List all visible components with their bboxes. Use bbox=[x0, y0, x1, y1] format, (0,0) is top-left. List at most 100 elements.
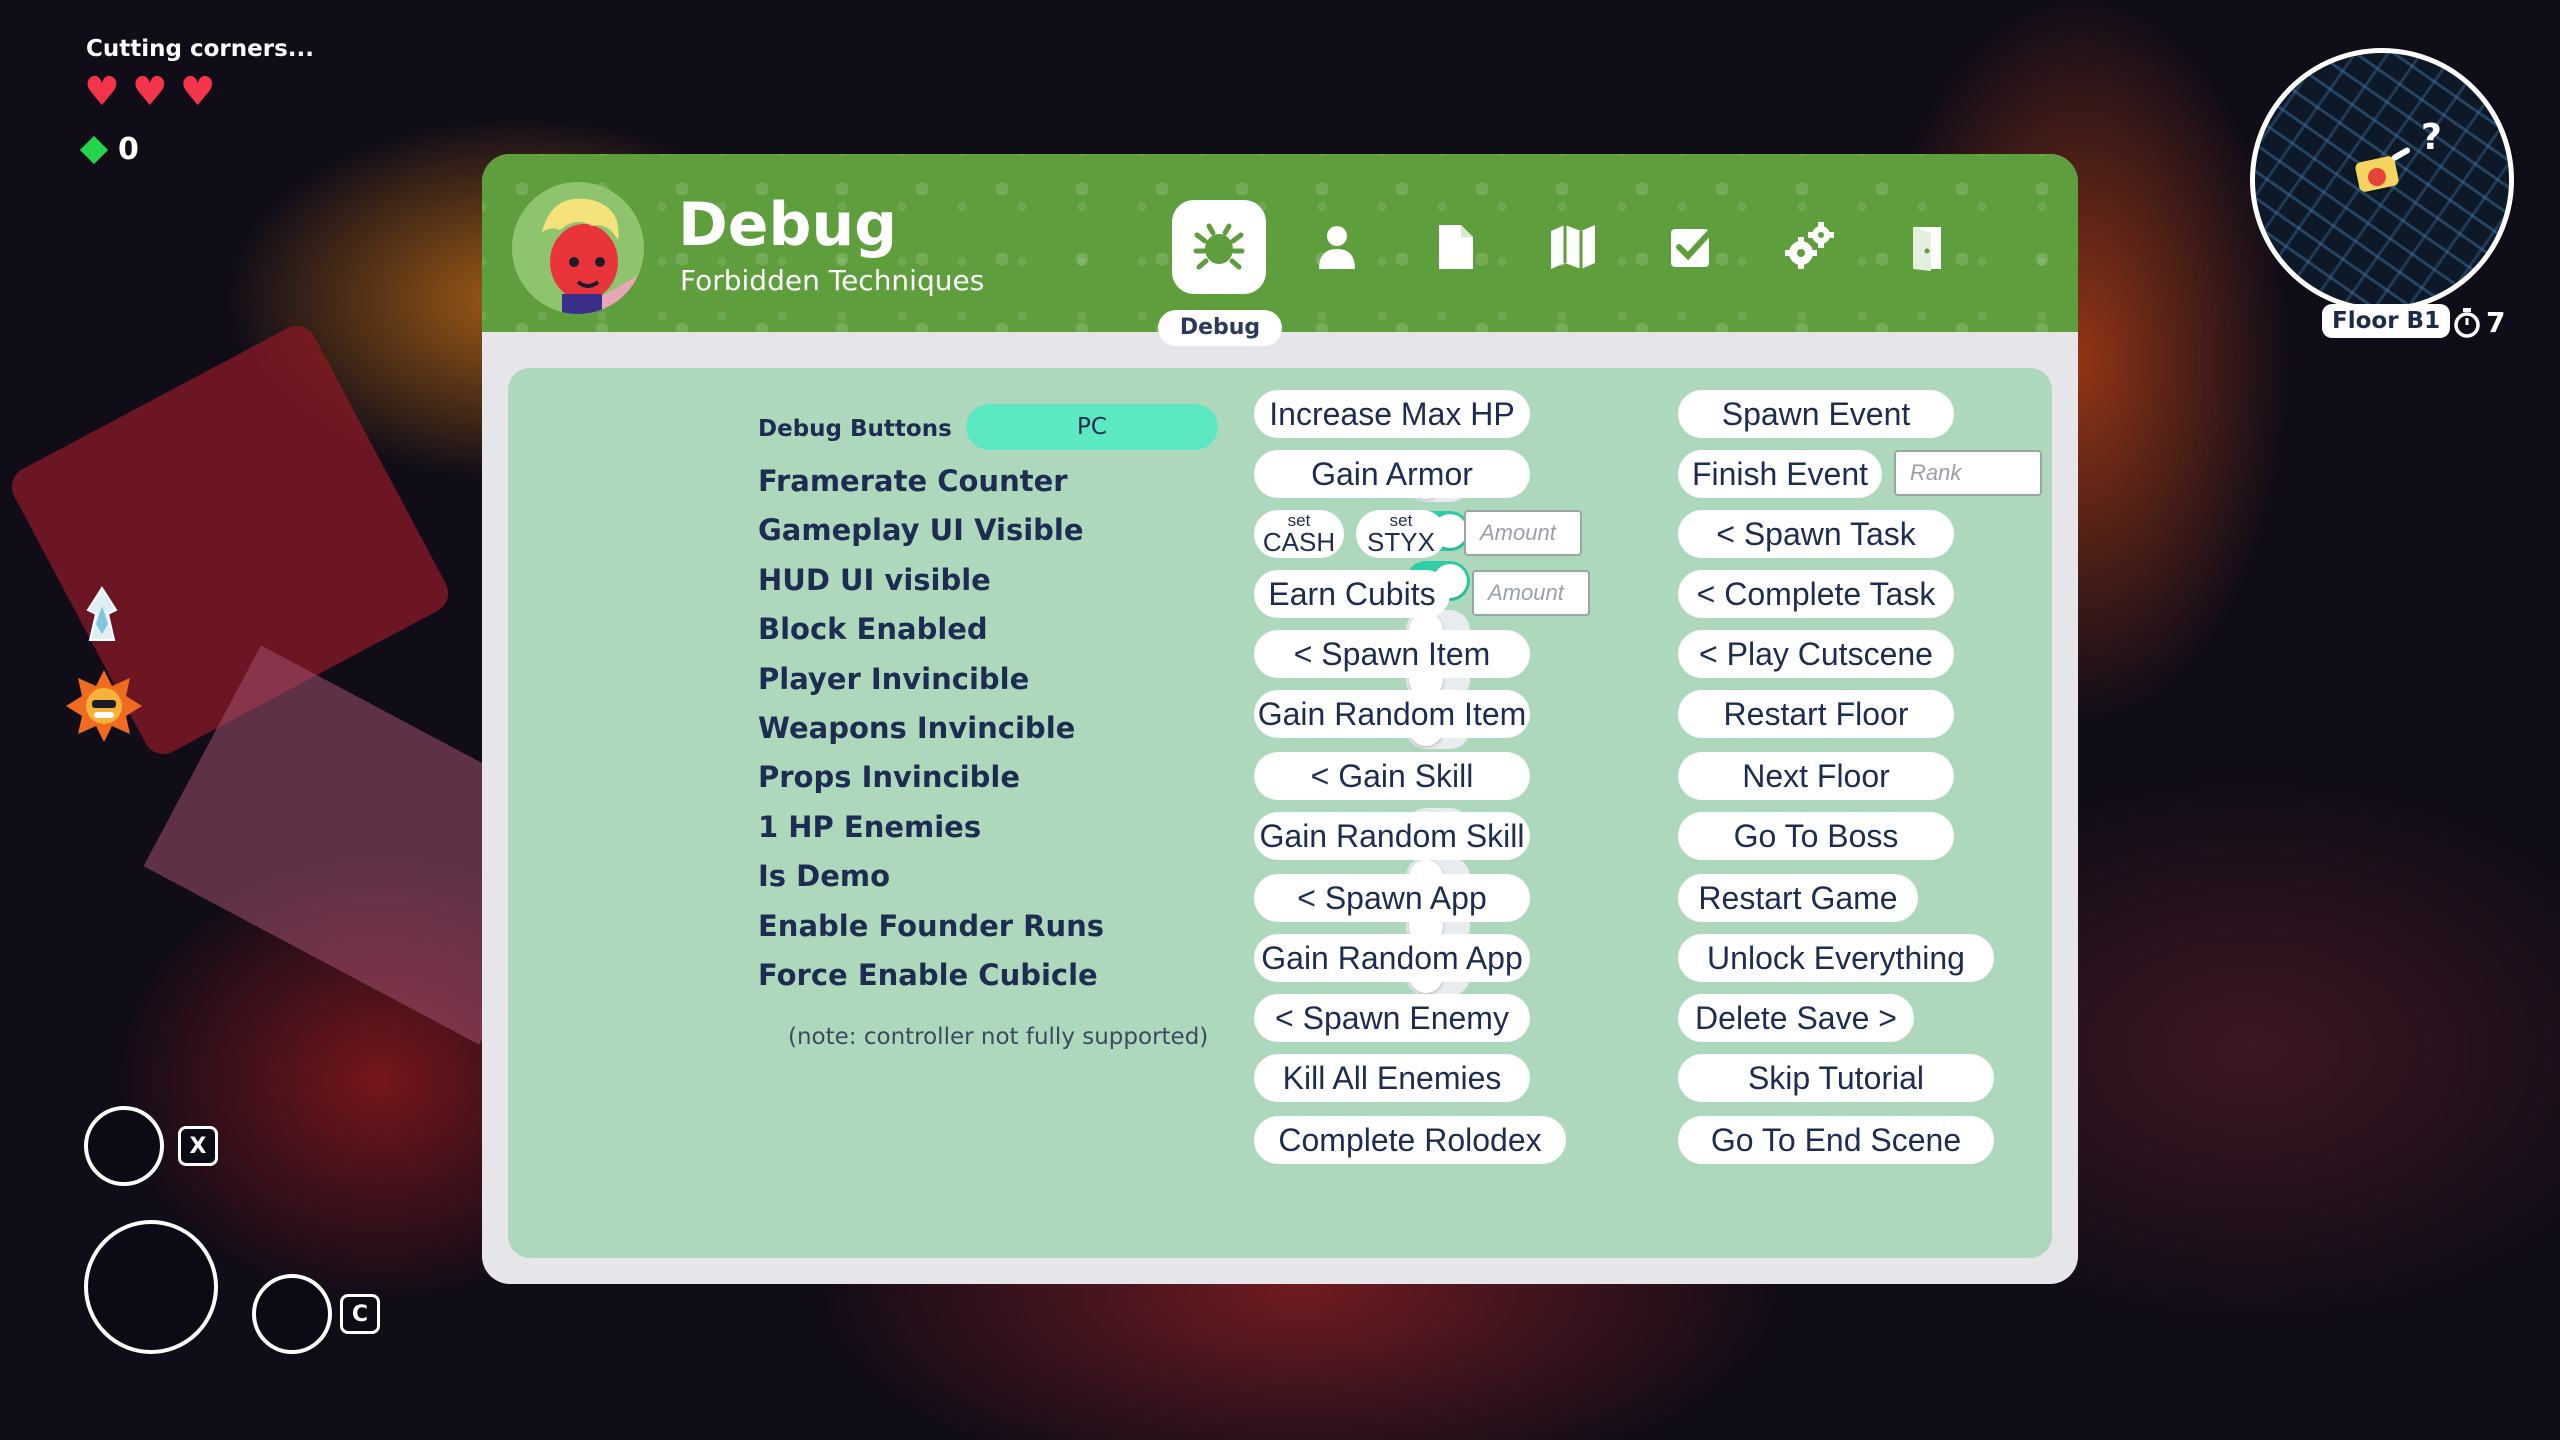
set-styx-label: STYX bbox=[1367, 527, 1435, 557]
toggle-row: Block Enabled bbox=[758, 606, 1470, 654]
debug-buttons-label: Debug Buttons bbox=[758, 416, 952, 442]
gain-skill-button[interactable]: < Gain Skill bbox=[1254, 752, 1530, 800]
panel-title: Debug bbox=[678, 190, 898, 260]
cubits-amount-input[interactable]: Amount bbox=[1472, 570, 1590, 616]
delete-save-button[interactable]: Delete Save > bbox=[1678, 994, 1914, 1042]
timer-value: 7 bbox=[2486, 306, 2506, 339]
toggle-row: 1 HP Enemies bbox=[758, 804, 1470, 852]
toggle-row: Player Invincible bbox=[758, 656, 1470, 704]
heart-icon: ♥ bbox=[179, 69, 216, 115]
ice-shard-icon bbox=[86, 586, 118, 641]
input-mode-selector[interactable]: PC bbox=[966, 404, 1218, 450]
player-marker-icon bbox=[2355, 147, 2411, 192]
toggle-label: Framerate Counter bbox=[758, 464, 1068, 498]
exit-door-icon bbox=[1913, 227, 1941, 271]
toggle-label: Gameplay UI Visible bbox=[758, 513, 1084, 548]
gem-counter: 0 bbox=[79, 132, 139, 167]
bug-icon bbox=[1193, 223, 1245, 270]
toggle-row: Is Demo bbox=[758, 853, 1470, 901]
tab-tasks[interactable] bbox=[1644, 200, 1738, 294]
increase-max-hp-button[interactable]: Increase Max HP bbox=[1254, 390, 1530, 438]
character-portrait-icon bbox=[512, 182, 644, 314]
restart-game-button[interactable]: Restart Game bbox=[1678, 874, 1918, 922]
checkbox-icon bbox=[1671, 228, 1714, 267]
spawn-event-button[interactable]: Spawn Event bbox=[1678, 390, 1954, 438]
tab-bar bbox=[1172, 200, 1998, 294]
rank-input[interactable]: Rank bbox=[1894, 450, 2042, 496]
toggle-label: Player Invincible bbox=[758, 661, 1030, 696]
key-c-badge: C bbox=[340, 1294, 380, 1334]
document-icon bbox=[1439, 225, 1473, 269]
gears-icon bbox=[1785, 222, 1834, 269]
complete-task-button[interactable]: < Complete Task bbox=[1678, 570, 1954, 618]
hearts-bar: ♥ ♥ ♥ bbox=[84, 72, 216, 112]
spawn-app-button[interactable]: < Spawn App bbox=[1254, 874, 1530, 922]
play-cutscene-button[interactable]: < Play Cutscene bbox=[1678, 630, 1954, 678]
toggle-label: Enable Founder Runs bbox=[758, 908, 1105, 943]
go-to-boss-button[interactable]: Go To Boss bbox=[1678, 812, 1954, 860]
map-icon bbox=[1551, 225, 1595, 269]
earn-cubits-button[interactable]: Earn Cubits bbox=[1254, 570, 1450, 618]
avatar bbox=[512, 182, 644, 314]
heart-icon: ♥ bbox=[131, 69, 168, 115]
spawn-enemy-button[interactable]: < Spawn Enemy bbox=[1254, 994, 1530, 1042]
person-icon bbox=[1319, 226, 1355, 269]
tab-debug[interactable] bbox=[1172, 200, 1266, 294]
debug-panel: Debug Forbidden Techniques Debug Debug B… bbox=[482, 154, 2078, 1284]
go-to-end-scene-button[interactable]: Go To End Scene bbox=[1678, 1116, 1994, 1164]
tab-settings[interactable] bbox=[1762, 200, 1856, 294]
ability-slot-large[interactable] bbox=[84, 1220, 218, 1354]
set-styx-button[interactable]: set STYX bbox=[1356, 510, 1446, 558]
cash-amount-input[interactable]: Amount bbox=[1464, 510, 1582, 556]
toggle-row: Force Enable Cubicle bbox=[758, 952, 1470, 1000]
toggle-label: Props Invincible bbox=[758, 760, 1021, 795]
sun-creature-icon bbox=[66, 670, 142, 742]
spawn-task-button[interactable]: < Spawn Task bbox=[1678, 510, 1954, 558]
unknown-room-marker: ? bbox=[2421, 117, 2442, 158]
toggle-label: 1 HP Enemies bbox=[758, 809, 982, 844]
next-floor-button[interactable]: Next Floor bbox=[1678, 752, 1954, 800]
toggle-label: Force Enable Cubicle bbox=[758, 958, 1098, 992]
toggle-row: Weapons Invincible bbox=[758, 705, 1470, 753]
set-cash-label: CASH bbox=[1262, 527, 1336, 557]
tab-exit[interactable] bbox=[1880, 200, 1974, 294]
toggle-row: Enable Founder Runs bbox=[758, 903, 1470, 951]
restart-floor-button[interactable]: Restart Floor bbox=[1678, 690, 1954, 738]
ability-slot-secondary[interactable] bbox=[252, 1274, 332, 1354]
gain-random-app-button[interactable]: Gain Random App bbox=[1254, 934, 1530, 982]
toggle-row: HUD UI visible bbox=[758, 557, 1470, 605]
unlock-everything-button[interactable]: Unlock Everything bbox=[1678, 934, 1994, 982]
gem-count: 0 bbox=[118, 132, 139, 167]
set-cash-button[interactable]: set CASH bbox=[1254, 510, 1344, 558]
toggle-row: Props Invincible bbox=[758, 754, 1470, 802]
floor-label: Floor B1 bbox=[2322, 304, 2451, 338]
controller-note: (note: controller not fully supported) bbox=[788, 1024, 1209, 1050]
toggle-label: Block Enabled bbox=[758, 612, 988, 647]
ability-slot-small[interactable] bbox=[84, 1106, 164, 1186]
toggle-label: HUD UI visible bbox=[758, 562, 991, 597]
key-x-badge: X bbox=[178, 1126, 218, 1166]
heart-icon: ♥ bbox=[84, 69, 120, 115]
tab-map[interactable] bbox=[1526, 200, 1620, 294]
tab-character[interactable] bbox=[1290, 200, 1384, 294]
gain-random-item-button[interactable]: Gain Random Item bbox=[1254, 690, 1530, 738]
debug-content: Debug Buttons PC Framerate Counter Gamepl… bbox=[508, 368, 2052, 1258]
tab-documents[interactable] bbox=[1408, 200, 1502, 294]
toggle-label: Is Demo bbox=[758, 859, 891, 894]
minimap[interactable]: ? bbox=[2250, 48, 2514, 312]
active-tab-label: Debug bbox=[1158, 310, 1282, 346]
status-text: Cutting corners... bbox=[86, 36, 314, 62]
gem-icon bbox=[79, 135, 109, 164]
timer: 7 bbox=[2452, 306, 2505, 339]
gain-armor-button[interactable]: Gain Armor bbox=[1254, 450, 1530, 498]
complete-rolodex-button[interactable]: Complete Rolodex bbox=[1254, 1116, 1566, 1164]
skip-tutorial-button[interactable]: Skip Tutorial bbox=[1678, 1054, 1994, 1102]
panel-subtitle: Forbidden Techniques bbox=[680, 264, 985, 297]
toggle-row: Framerate Counter bbox=[758, 458, 1470, 506]
spawn-item-button[interactable]: < Spawn Item bbox=[1254, 630, 1530, 678]
finish-event-button[interactable]: Finish Event bbox=[1678, 450, 1882, 498]
kill-all-enemies-button[interactable]: Kill All Enemies bbox=[1254, 1054, 1530, 1102]
toggle-row: Gameplay UI Visible bbox=[758, 507, 1470, 555]
panel-header: Debug Forbidden Techniques bbox=[482, 154, 2078, 332]
gain-random-skill-button[interactable]: Gain Random Skill bbox=[1254, 812, 1530, 860]
